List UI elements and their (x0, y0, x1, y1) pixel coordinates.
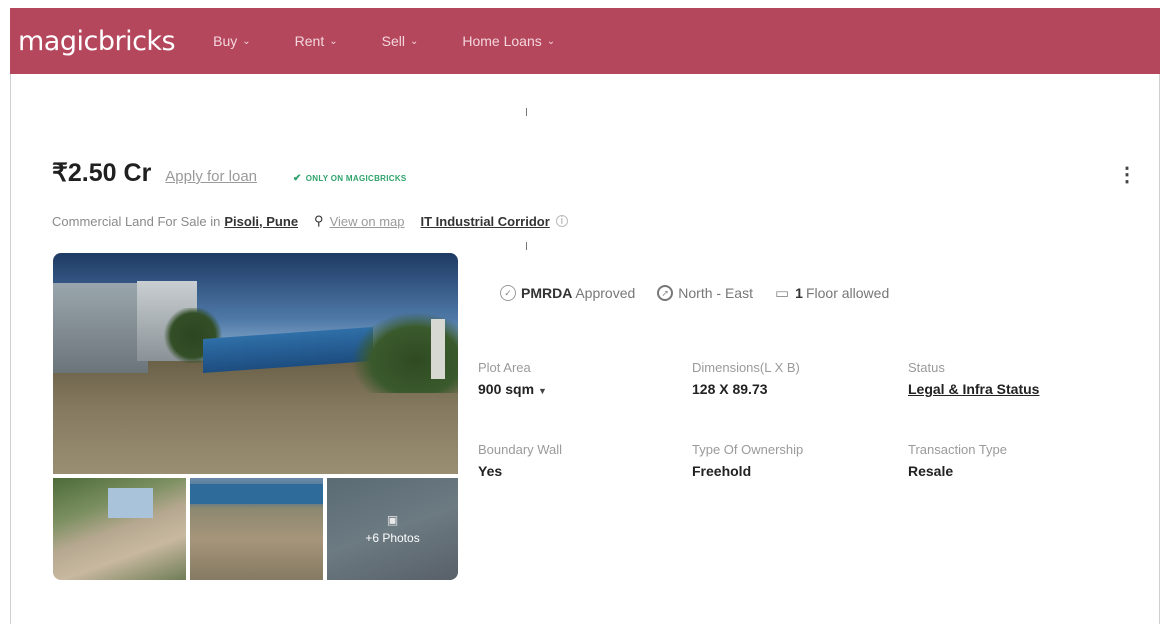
building-floors-icon: ▭ (774, 285, 790, 302)
thumb-roof (108, 488, 153, 518)
chevron-down-icon: ⌄ (242, 35, 251, 47)
apply-for-loan-link[interactable]: Apply for loan (165, 168, 257, 185)
facing-value: North - East (678, 285, 753, 301)
property-highlights: ✓ PMRDA Approved ➚ North - East ▭ 1 Floo… (500, 284, 911, 302)
approval-suffix: Approved (575, 285, 636, 301)
nav-home-loans[interactable]: Home Loans ⌄ (462, 33, 555, 49)
gallery-icon: ▣ (386, 513, 399, 527)
location-link[interactable]: Pisoli, Pune (224, 214, 298, 229)
map-pin-icon: ⚲ (314, 213, 324, 228)
photo-thumbnail-2[interactable] (190, 478, 323, 580)
spec-dimensions: Dimensions(L X B) 128 X 89.73 (692, 360, 902, 397)
badge-label: ONLY ON MAGICBRICKS (305, 174, 407, 183)
spec-label: Status (908, 360, 945, 375)
floors-highlight: ▭ 1 Floor allowed (775, 284, 889, 302)
facing-highlight: ➚ North - East (657, 285, 753, 301)
top-navigation-bar: magicbricks Buy ⌄ Rent ⌄ Sell ⌄ Home Loa… (10, 8, 1160, 74)
magicbricks-logo[interactable]: magicbricks (18, 26, 176, 57)
spec-value: Yes (478, 463, 503, 479)
scan-artifact (526, 108, 527, 116)
price-row: ₹2.50 Cr Apply for loan ✔ ONLY ON MAGICBR… (52, 158, 407, 188)
spec-transaction-type: Transaction Type Resale (908, 442, 1118, 479)
photo-thumbnail-1[interactable] (53, 478, 186, 580)
chevron-down-icon: ⌄ (546, 35, 556, 47)
chevron-down-icon: ⌄ (329, 35, 338, 47)
spec-label: Boundary Wall (478, 442, 563, 457)
nav-rent[interactable]: Rent ⌄ (295, 33, 338, 49)
nav-sell-label: Sell (381, 33, 405, 49)
photo-post (431, 319, 445, 379)
plot-area-dropdown[interactable]: 900 sqm ▼ (478, 381, 688, 397)
view-on-map-link[interactable]: View on map (330, 214, 405, 229)
scan-artifact (526, 242, 527, 250)
listing-price: ₹2.50 Cr (52, 159, 152, 187)
shield-check-icon: ✓ (500, 285, 516, 301)
photo-shed (203, 327, 373, 373)
compass-icon: ➚ (657, 285, 674, 301)
info-icon[interactable]: i (555, 215, 568, 227)
spec-value: Resale (908, 463, 954, 479)
nav-sell[interactable]: Sell ⌄ (382, 33, 419, 49)
nav-buy-label: Buy (213, 33, 238, 49)
nav-rent-label: Rent (294, 33, 325, 49)
spec-boundary-wall: Boundary Wall Yes (478, 442, 688, 479)
only-on-magicbricks-badge: ✔ ONLY ON MAGICBRICKS (293, 173, 407, 184)
spec-label: Transaction Type (908, 442, 1007, 457)
more-photos-label: +6 Photos (365, 531, 420, 545)
spec-value: 128 X 89.73 (692, 381, 768, 397)
spec-plot-area: Plot Area 900 sqm ▼ (478, 360, 688, 397)
legal-infra-status-link[interactable]: Legal & Infra Status (908, 381, 1118, 397)
it-corridor-link[interactable]: IT Industrial Corridor (421, 214, 550, 229)
caret-down-icon: ▼ (538, 386, 547, 396)
spec-label: Dimensions(L X B) (692, 360, 800, 375)
spec-label: Plot Area (478, 360, 531, 375)
thumb-wall (190, 484, 323, 504)
approval-authority: PMRDA (521, 285, 573, 301)
check-icon: ✔ (293, 173, 302, 184)
spec-status: Status Legal & Infra Status (908, 360, 1118, 397)
listing-subtitle: Commercial Land For Sale in Pisoli, Pune… (52, 213, 568, 229)
nav-home-loans-label: Home Loans (462, 33, 542, 49)
floors-count: 1 (795, 285, 803, 301)
main-property-photo[interactable] (53, 253, 458, 474)
spec-ownership: Type Of Ownership Freehold (692, 442, 902, 479)
nav-buy[interactable]: Buy ⌄ (213, 33, 251, 49)
spec-value: Freehold (692, 463, 752, 479)
subtitle-prefix: Commercial Land For Sale in (52, 213, 221, 229)
spec-value: 900 sqm (478, 381, 535, 397)
more-photos-button[interactable]: ▣ +6 Photos (327, 478, 458, 580)
chevron-down-icon: ⌄ (409, 35, 419, 47)
approval-highlight: ✓ PMRDA Approved (500, 285, 635, 301)
spec-label: Type Of Ownership (692, 442, 804, 457)
photo-building (53, 283, 148, 373)
floors-suffix: Floor allowed (805, 285, 890, 301)
more-options-icon[interactable]: ⋮ (1117, 162, 1137, 187)
